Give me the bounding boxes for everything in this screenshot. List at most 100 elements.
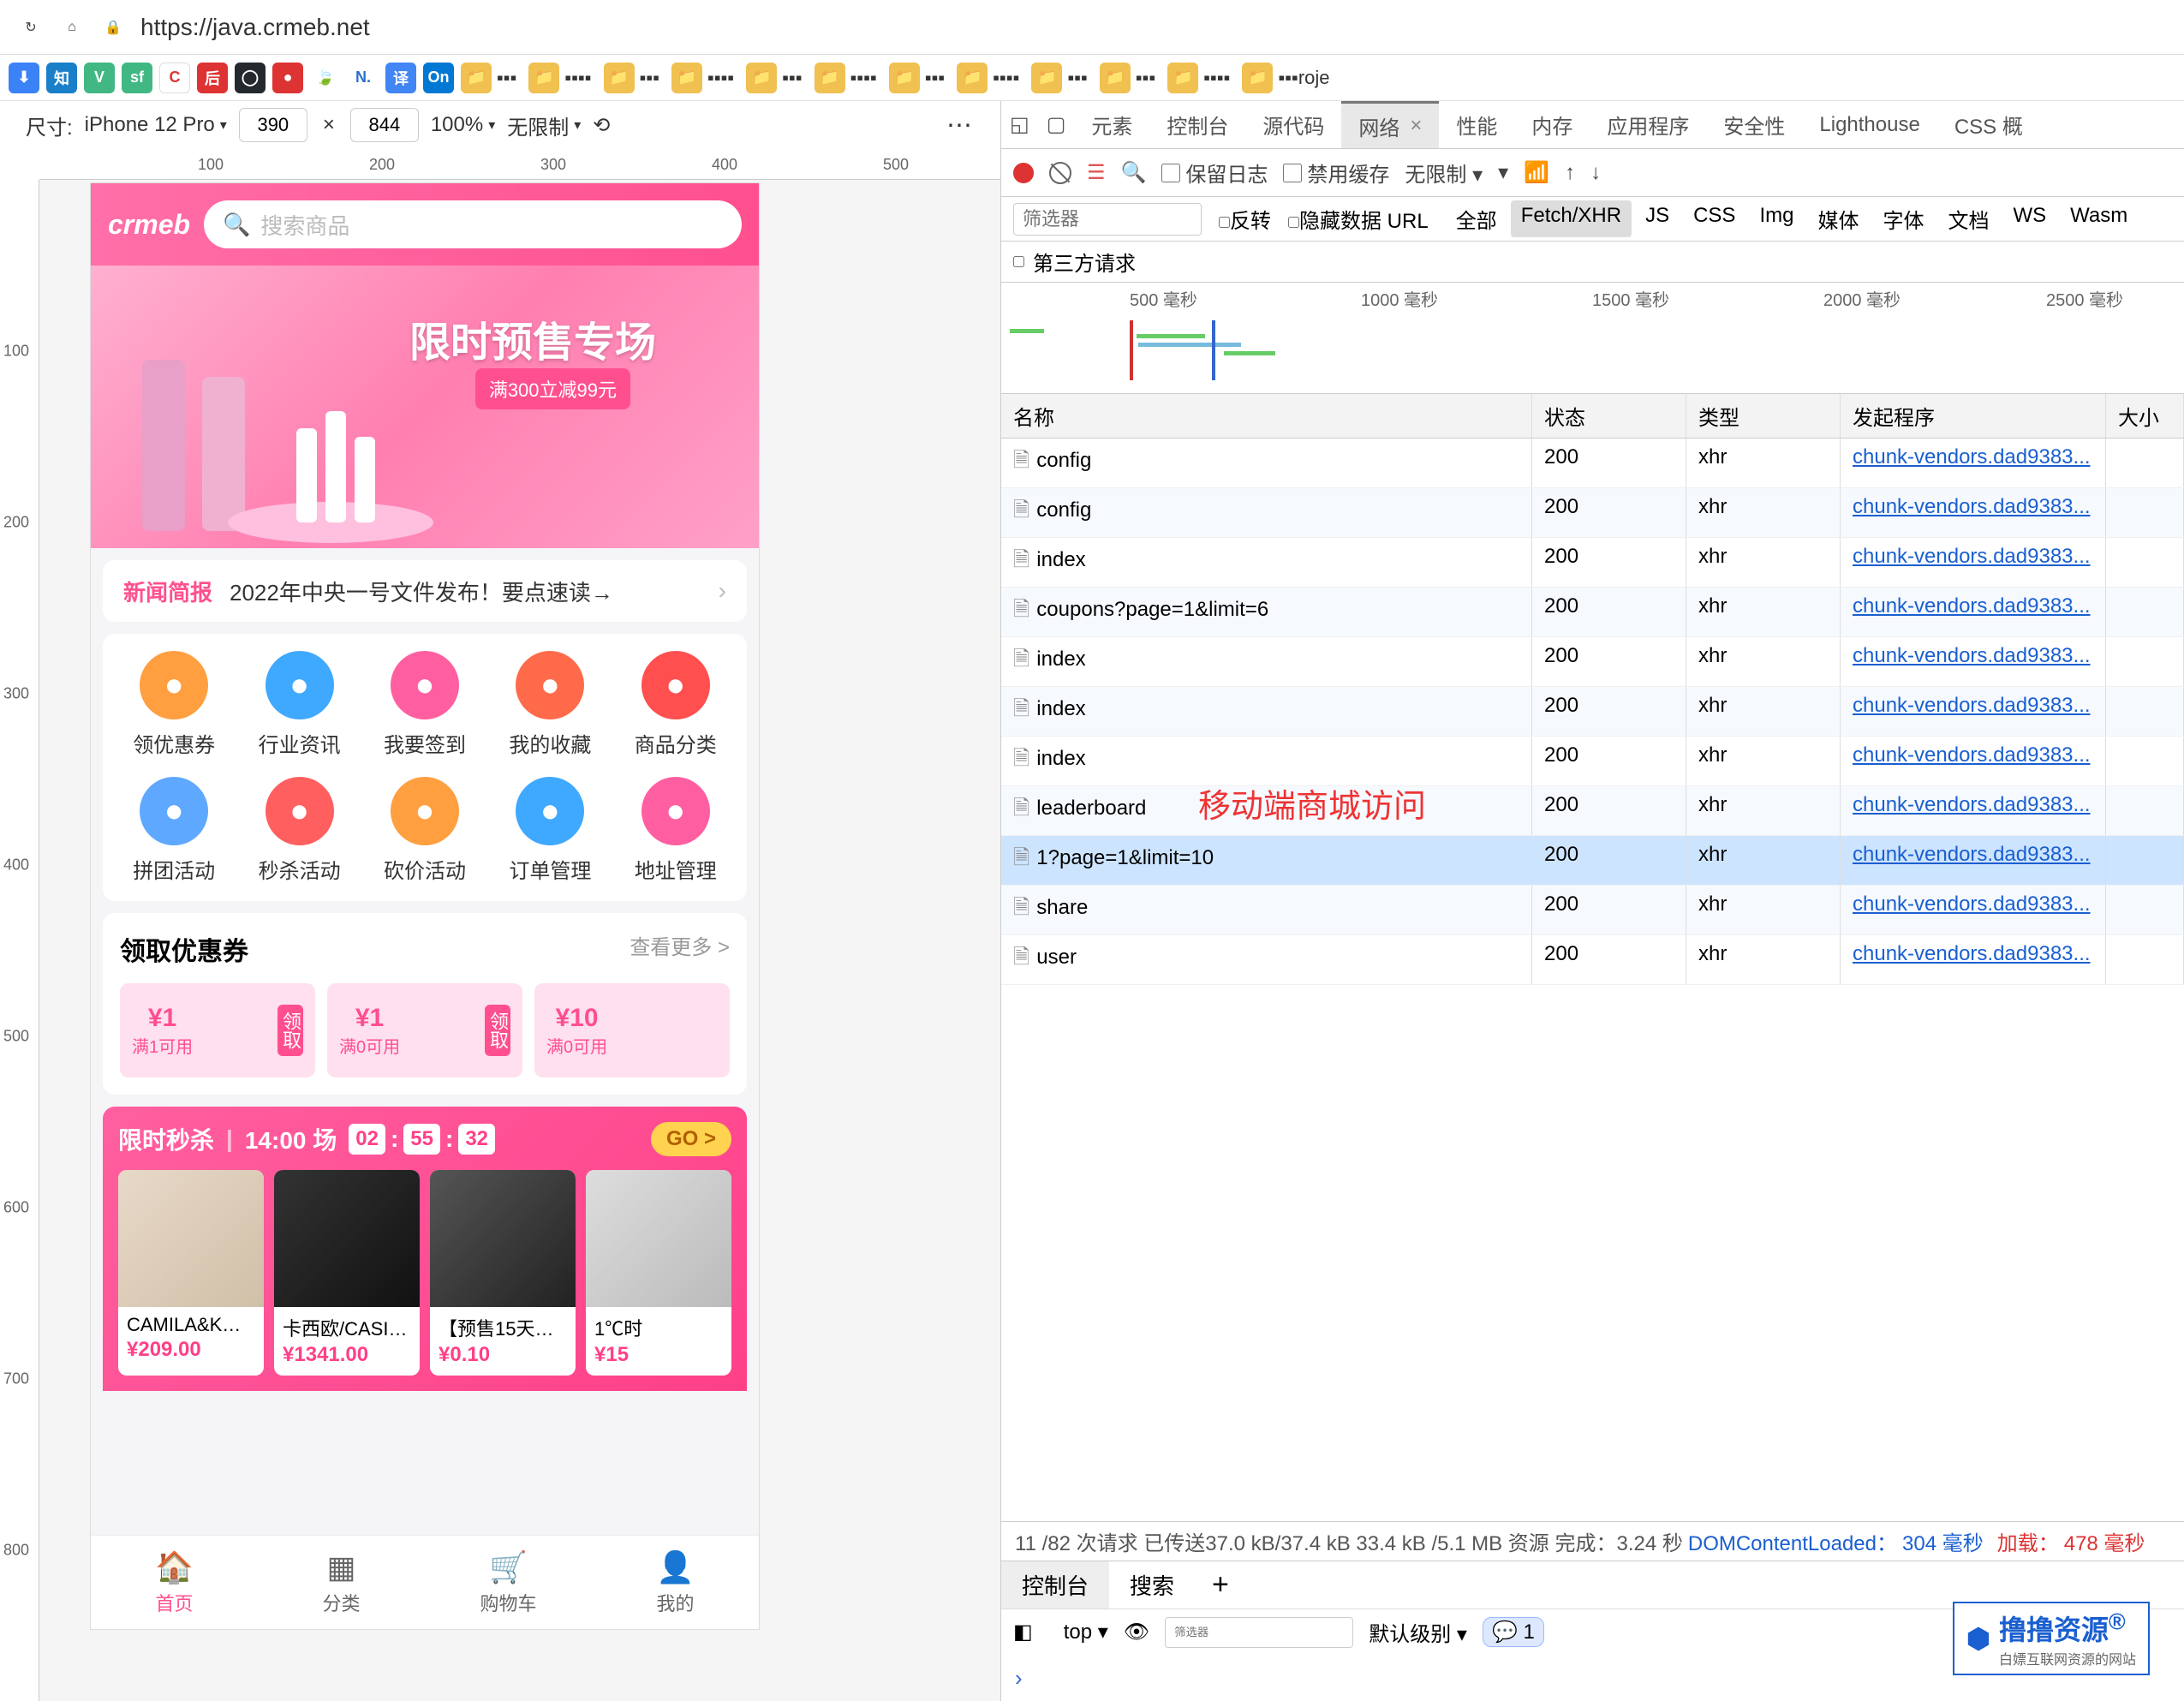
reload-icon[interactable]: ↻ (17, 14, 45, 41)
bookmark-folder-icon[interactable]: 📁 (671, 63, 702, 93)
coupon-card[interactable]: ¥1满0可用 领取 (327, 983, 522, 1077)
context-select[interactable]: top ▾ (1064, 1620, 1108, 1644)
view-more-link[interactable]: 查看更多 > (630, 930, 730, 968)
flash-product-card[interactable]: 1℃时 ¥15 (586, 1170, 731, 1376)
nav-grid-item[interactable]: ● 订单管理 (487, 777, 612, 884)
add-tab-icon[interactable]: + (1195, 1568, 1246, 1602)
promo-banner[interactable]: 限时预售专场 满300立减99元 (91, 266, 759, 548)
issues-badge[interactable]: 💬 1 (1483, 1617, 1544, 1647)
console-filter-input[interactable] (1165, 1617, 1353, 1648)
tab-console[interactable]: 控制台 (1149, 101, 1245, 148)
network-row[interactable]: 🗎index 200 xhr chunk-vendors.dad9383... (1001, 538, 2184, 588)
throttle-select[interactable]: 无限制 ▾ (507, 110, 581, 140)
bookmark-folder-icon[interactable]: 📁 (604, 63, 635, 93)
col-name[interactable]: 名称 (1001, 394, 1532, 438)
network-overview[interactable]: 500 毫秒 1000 毫秒 1500 毫秒 2000 毫秒 2500 毫秒 (1001, 283, 2184, 394)
nav-grid-item[interactable]: ● 我要签到 (362, 651, 487, 758)
tab-network[interactable]: 网络× (1341, 101, 1439, 148)
download-icon[interactable]: ↓ (1590, 161, 1601, 185)
invert-checkbox[interactable]: 反转 (1219, 204, 1271, 234)
tab-application[interactable]: 应用程序 (1590, 101, 1706, 148)
network-row[interactable]: 🗎leaderboard 200 xhr chunk-vendors.dad93… (1001, 786, 2184, 836)
record-icon[interactable] (1013, 163, 1034, 183)
bookmark-icon[interactable]: N. (348, 63, 379, 93)
network-row[interactable]: 🗎index 200 xhr chunk-vendors.dad9383... (1001, 687, 2184, 737)
claim-button[interactable]: 领取 (277, 1005, 303, 1056)
upload-icon[interactable]: ↑ (1565, 161, 1575, 185)
nav-grid-item[interactable]: ● 秒杀活动 (236, 777, 361, 884)
search-input[interactable]: 🔍 搜索商品 (204, 200, 742, 248)
bookmark-icon[interactable]: V (84, 63, 115, 93)
initiator-link[interactable]: chunk-vendors.dad9383... (1853, 445, 2091, 469)
clear-icon[interactable] (1049, 162, 1071, 184)
col-size[interactable]: 大小 (2106, 394, 2184, 438)
device-width-input[interactable] (239, 108, 307, 142)
bookmark-folder-icon[interactable]: 📁 (1242, 63, 1273, 93)
claim-button[interactable]: 领取 (485, 1005, 510, 1056)
flash-product-card[interactable]: CAMILA&KORALI ¥209.00 (118, 1170, 264, 1376)
filter-type-tab[interactable]: CSS (1683, 200, 1745, 237)
bookmark-folder-icon[interactable]: 📁 (889, 63, 920, 93)
wifi-icon[interactable]: 📶 (1524, 160, 1549, 185)
eye-icon[interactable]: 👁 (1124, 1620, 1149, 1644)
filter-type-tab[interactable]: Fetch/XHR (1511, 200, 1632, 237)
bookmark-icon[interactable]: ◯ (235, 63, 266, 93)
device-select[interactable]: iPhone 12 Pro ▾ (85, 113, 227, 137)
throttle-select[interactable]: 无限制 ▾ (1405, 158, 1483, 188)
nav-grid-item[interactable]: ● 商品分类 (613, 651, 738, 758)
network-row[interactable]: 🗎index 200 xhr chunk-vendors.dad9383... (1001, 637, 2184, 687)
sidebar-toggle-icon[interactable]: ◧ (1013, 1620, 1033, 1644)
hide-dataurl-checkbox[interactable]: 隐藏数据 URL (1288, 204, 1429, 234)
tabbar-item[interactable]: ▦ 分类 (258, 1536, 425, 1629)
thirdparty-checkbox[interactable] (1013, 256, 1024, 267)
filter-type-tab[interactable]: JS (1635, 200, 1680, 237)
filter-icon[interactable]: ☰ (1087, 160, 1106, 185)
network-row[interactable]: 🗎config 200 xhr chunk-vendors.dad9383... (1001, 439, 2184, 488)
bookmark-folder-icon[interactable]: 📁 (1167, 63, 1198, 93)
network-row[interactable]: 🗎index 200 xhr chunk-vendors.dad9383... (1001, 737, 2184, 786)
bookmark-icon[interactable]: 后 (197, 63, 228, 93)
filter-input[interactable] (1013, 203, 1202, 236)
news-ticker[interactable]: 新闻简报 2022年中央一号文件发布！要点速读→ › (103, 560, 747, 622)
more-icon[interactable]: ⋯ (946, 110, 975, 140)
initiator-link[interactable]: chunk-vendors.dad9383... (1853, 942, 2091, 965)
filter-type-tab[interactable]: Wasm (2060, 200, 2138, 237)
drawer-tab-search[interactable]: 搜索 (1109, 1561, 1195, 1608)
nav-grid-item[interactable]: ● 砍价活动 (362, 777, 487, 884)
bookmark-icon[interactable]: ⬇ (9, 63, 39, 93)
bookmark-icon[interactable]: ● (272, 63, 303, 93)
home-icon[interactable]: ⌂ (58, 14, 86, 41)
close-icon[interactable]: × (1410, 114, 1422, 138)
initiator-link[interactable]: chunk-vendors.dad9383... (1853, 594, 2091, 618)
bookmark-icon[interactable]: On (423, 63, 454, 93)
initiator-link[interactable]: chunk-vendors.dad9383... (1853, 644, 2091, 667)
coupon-card[interactable]: ¥1满1可用 领取 (120, 983, 315, 1077)
tab-security[interactable]: 安全性 (1706, 101, 1802, 148)
nav-grid-item[interactable]: ● 地址管理 (613, 777, 738, 884)
tab-memory[interactable]: 内存 (1514, 101, 1590, 148)
level-select[interactable]: 默认级别 ▾ (1369, 1617, 1467, 1647)
initiator-link[interactable]: chunk-vendors.dad9383... (1853, 793, 2091, 816)
bookmark-folder-icon[interactable]: 📁 (1100, 63, 1131, 93)
bookmark-folder-icon[interactable]: 📁 (746, 63, 777, 93)
network-row[interactable]: 🗎user 200 xhr chunk-vendors.dad9383... (1001, 935, 2184, 985)
tab-css[interactable]: CSS 概 (1937, 101, 2040, 148)
bookmark-folder-icon[interactable]: 📁 (528, 63, 559, 93)
network-row[interactable]: 🗎1?page=1&limit=10 200 xhr chunk-vendors… (1001, 836, 2184, 886)
preserve-log-checkbox[interactable]: 保留日志 (1161, 158, 1268, 188)
filter-type-tab[interactable]: 字体 (1872, 200, 1934, 237)
nav-grid-item[interactable]: ● 行业资讯 (236, 651, 361, 758)
initiator-link[interactable]: chunk-vendors.dad9383... (1853, 843, 2091, 866)
bookmark-icon[interactable]: 知 (46, 63, 77, 93)
bookmark-icon[interactable]: sf (122, 63, 152, 93)
go-button[interactable]: GO > (651, 1122, 731, 1156)
bookmark-folder-icon[interactable]: 📁 (461, 63, 492, 93)
network-row[interactable]: 🗎config 200 xhr chunk-vendors.dad9383... (1001, 488, 2184, 538)
tabbar-item[interactable]: 🛒 购物车 (425, 1536, 592, 1629)
nav-grid-item[interactable]: ● 领优惠券 (111, 651, 236, 758)
filter-type-tab[interactable]: 文档 (1937, 200, 1999, 237)
zoom-select[interactable]: 100% ▾ (431, 113, 495, 137)
filter-type-tab[interactable]: 媒体 (1807, 200, 1869, 237)
disable-cache-checkbox[interactable]: 禁用缓存 (1283, 158, 1389, 188)
inspect-icon[interactable]: ◱ (1001, 112, 1038, 137)
